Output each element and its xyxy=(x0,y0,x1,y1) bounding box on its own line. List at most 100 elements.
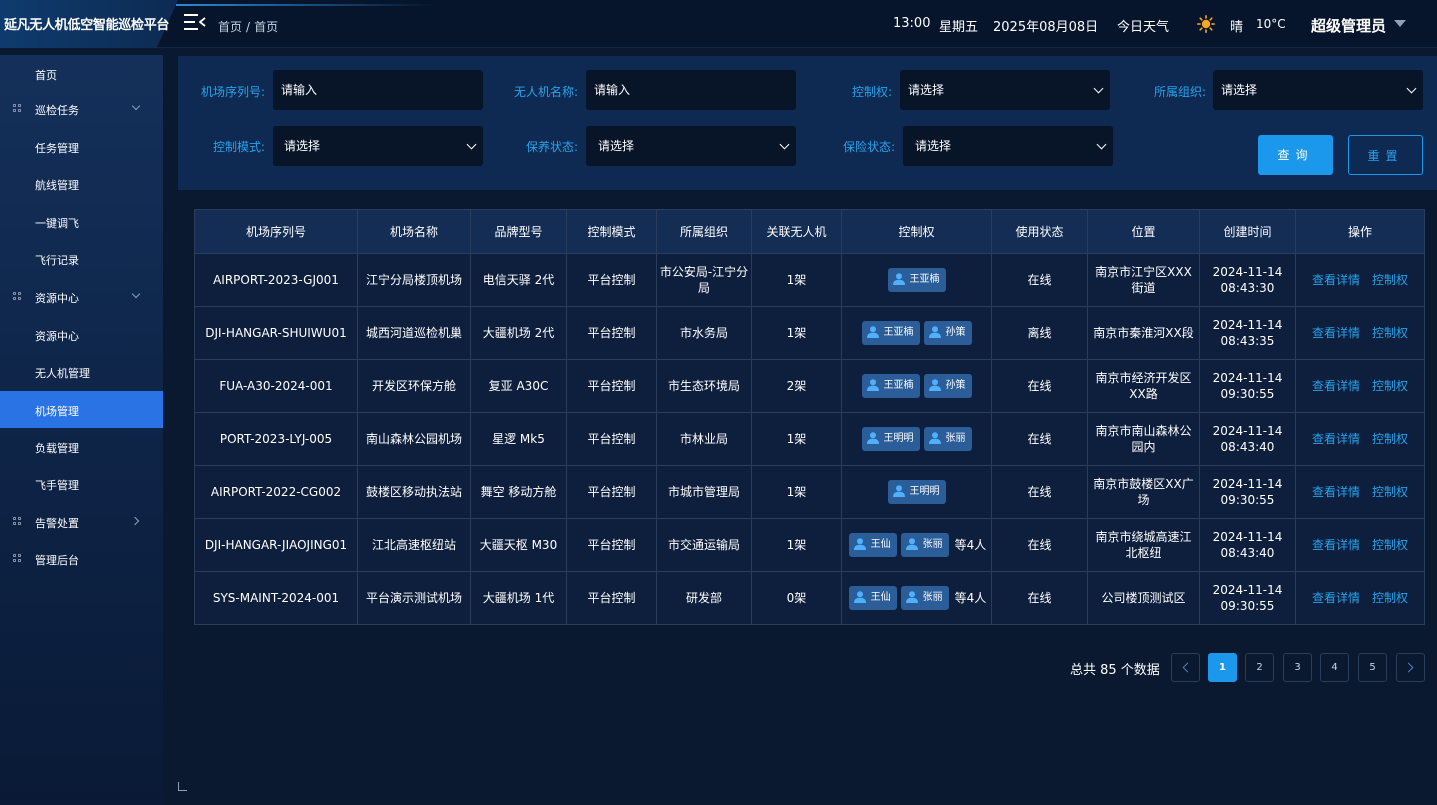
user-tag: 王仙 xyxy=(848,533,897,557)
breadcrumb-item: 首页 xyxy=(254,20,279,34)
table-header-row: 机场序列号 机场名称 品牌型号 控制模式 所属组织 关联无人机 控制权 使用状态 位置 创建时间操… xyxy=(194,209,1425,254)
breadcrumb-item[interactable]: 首页 xyxy=(218,20,242,34)
user-tag-name: 张丽 xyxy=(922,592,943,603)
sidebar-item[interactable]: 任务管理 xyxy=(0,128,163,165)
action-cell: 查看详情 控制权 xyxy=(1295,306,1425,360)
user-tag-name: 王仙 xyxy=(870,592,891,603)
user-icon xyxy=(928,379,946,391)
user-tag: 王亚楠 xyxy=(861,321,920,345)
control-cell: 王明明 xyxy=(841,465,992,519)
maintain-select[interactable]: 请选择 xyxy=(586,126,796,166)
page-button[interactable]: 4 xyxy=(1320,653,1349,682)
sidebar-item[interactable]: 资源中心 xyxy=(0,316,163,353)
weather-label: 今日天气 xyxy=(1117,20,1170,35)
view-detail-link[interactable]: 查看详情 xyxy=(1312,432,1360,446)
column-header: 关联无人机 xyxy=(751,209,842,254)
control-link[interactable]: 控制权 xyxy=(1372,379,1408,393)
user-tag-name: 王亚楠 xyxy=(883,380,914,391)
created-cell: 2024-11-14 09:30:55 xyxy=(1199,571,1296,625)
chevron-down-icon xyxy=(1096,139,1107,150)
drone-name-label: 无人机名称: xyxy=(513,85,578,99)
sidebar-item[interactable]: 管理后台 xyxy=(0,540,163,577)
name-cell: 城西河道巡检机巢 xyxy=(357,306,471,360)
brand-accent-line xyxy=(176,4,436,6)
drone-name-input[interactable]: 请输入 xyxy=(586,70,796,110)
weekday: 星期五 xyxy=(939,20,979,35)
query-button[interactable]: 查询 xyxy=(1258,135,1333,175)
serial-input[interactable]: 请输入 xyxy=(273,70,483,110)
insurance-select[interactable]: 请选择 xyxy=(903,126,1113,166)
model-cell: 星逻 Mk5 xyxy=(470,412,567,466)
sidebar-item-label: 巡检任务 xyxy=(35,104,79,117)
sidebar-item-label: 管理后台 xyxy=(35,554,79,567)
created-cell: 2024-11-14 08:43:40 xyxy=(1199,518,1296,572)
serial-cell: AIRPORT-2023-GJ001 xyxy=(194,253,358,307)
sidebar-item[interactable]: 负载管理 xyxy=(0,428,163,465)
page-button[interactable]: 2 xyxy=(1245,653,1274,682)
user-name[interactable]: 超级管理员 xyxy=(1311,15,1386,36)
org-label: 所属组织: xyxy=(1153,85,1206,99)
name-cell: 江北高速枢纽站 xyxy=(357,518,471,572)
status-cell: 在线 xyxy=(991,359,1088,413)
model-cell: 舞空 移动方舱 xyxy=(470,465,567,519)
more-users: 等4人 xyxy=(954,538,987,552)
menu-toggle-icon[interactable] xyxy=(184,12,206,32)
control-link[interactable]: 控制权 xyxy=(1372,326,1408,340)
control-link[interactable]: 控制权 xyxy=(1372,273,1408,287)
grid-icon xyxy=(13,517,22,526)
view-detail-link[interactable]: 查看详情 xyxy=(1312,326,1360,340)
sidebar-item[interactable]: 飞手管理 xyxy=(0,465,163,502)
drones-cell: 1架 xyxy=(751,412,842,466)
sidebar-item[interactable]: 首页 xyxy=(0,55,163,92)
org-cell: 市水务局 xyxy=(656,306,752,360)
action-cell: 查看详情 控制权 xyxy=(1295,253,1425,307)
mode-select[interactable]: 请选择 xyxy=(273,126,483,166)
user-icon xyxy=(892,485,910,497)
control-link[interactable]: 控制权 xyxy=(1372,432,1408,446)
serial-cell: AIRPORT-2022-CG002 xyxy=(194,465,358,519)
model-cell: 大疆机场 2代 xyxy=(470,306,567,360)
org-select[interactable]: 请选择 xyxy=(1213,70,1423,110)
sidebar-item[interactable]: 资源中心 xyxy=(0,278,163,315)
view-detail-link[interactable]: 查看详情 xyxy=(1312,273,1360,287)
sidebar-item[interactable]: 巡检任务 xyxy=(0,90,163,127)
page-button[interactable]: 3 xyxy=(1283,653,1312,682)
reset-button[interactable]: 重置 xyxy=(1348,135,1423,175)
page-button[interactable]: 5 xyxy=(1358,653,1387,682)
sidebar-item-label: 航线管理 xyxy=(35,179,79,192)
org-select-value: 请选择 xyxy=(1221,83,1258,97)
control-link[interactable]: 控制权 xyxy=(1372,591,1408,605)
sidebar-item-label: 飞行记录 xyxy=(35,254,79,267)
column-header: 控制权 xyxy=(841,209,992,254)
org-cell: 市交通运输局 xyxy=(656,518,752,572)
user-icon xyxy=(905,591,923,603)
sidebar-item-label: 无人机管理 xyxy=(35,367,90,380)
user-tag-name: 王明明 xyxy=(909,486,940,497)
sidebar-item[interactable]: 机场管理 xyxy=(0,391,163,428)
prev-page-button[interactable] xyxy=(1171,653,1200,682)
next-page-button[interactable] xyxy=(1396,653,1425,682)
created-cell: 2024-11-14 08:43:30 xyxy=(1199,253,1296,307)
sidebar-item[interactable]: 一键调飞 xyxy=(0,203,163,240)
org-cell: 市城市管理局 xyxy=(656,465,752,519)
sidebar-item[interactable]: 告警处置 xyxy=(0,503,163,540)
sidebar: 首页巡检任务任务管理航线管理一键调飞飞行记录资源中心 资源中心无人机管理机场管理负… xyxy=(0,55,163,805)
control-link[interactable]: 控制权 xyxy=(1372,538,1408,552)
chevron-down-icon[interactable] xyxy=(1394,20,1406,27)
control-link[interactable]: 控制权 xyxy=(1372,485,1408,499)
page-button[interactable]: 1 xyxy=(1208,653,1237,682)
view-detail-link[interactable]: 查看详情 xyxy=(1312,379,1360,393)
view-detail-link[interactable]: 查看详情 xyxy=(1312,485,1360,499)
sidebar-item[interactable]: 飞行记录 xyxy=(0,240,163,277)
column-header: 位置 xyxy=(1087,209,1200,254)
view-detail-link[interactable]: 查看详情 xyxy=(1312,591,1360,605)
user-icon xyxy=(928,326,946,338)
name-cell: 南山森林公园机场 xyxy=(357,412,471,466)
insurance-select-value: 请选择 xyxy=(915,139,952,153)
sidebar-item[interactable]: 无人机管理 xyxy=(0,353,163,390)
control-select[interactable]: 请选择 xyxy=(900,70,1110,110)
mode-cell: 平台控制 xyxy=(566,253,657,307)
sidebar-item[interactable]: 航线管理 xyxy=(0,165,163,202)
view-detail-link[interactable]: 查看详情 xyxy=(1312,538,1360,552)
model-cell: 大疆机场 1代 xyxy=(470,571,567,625)
